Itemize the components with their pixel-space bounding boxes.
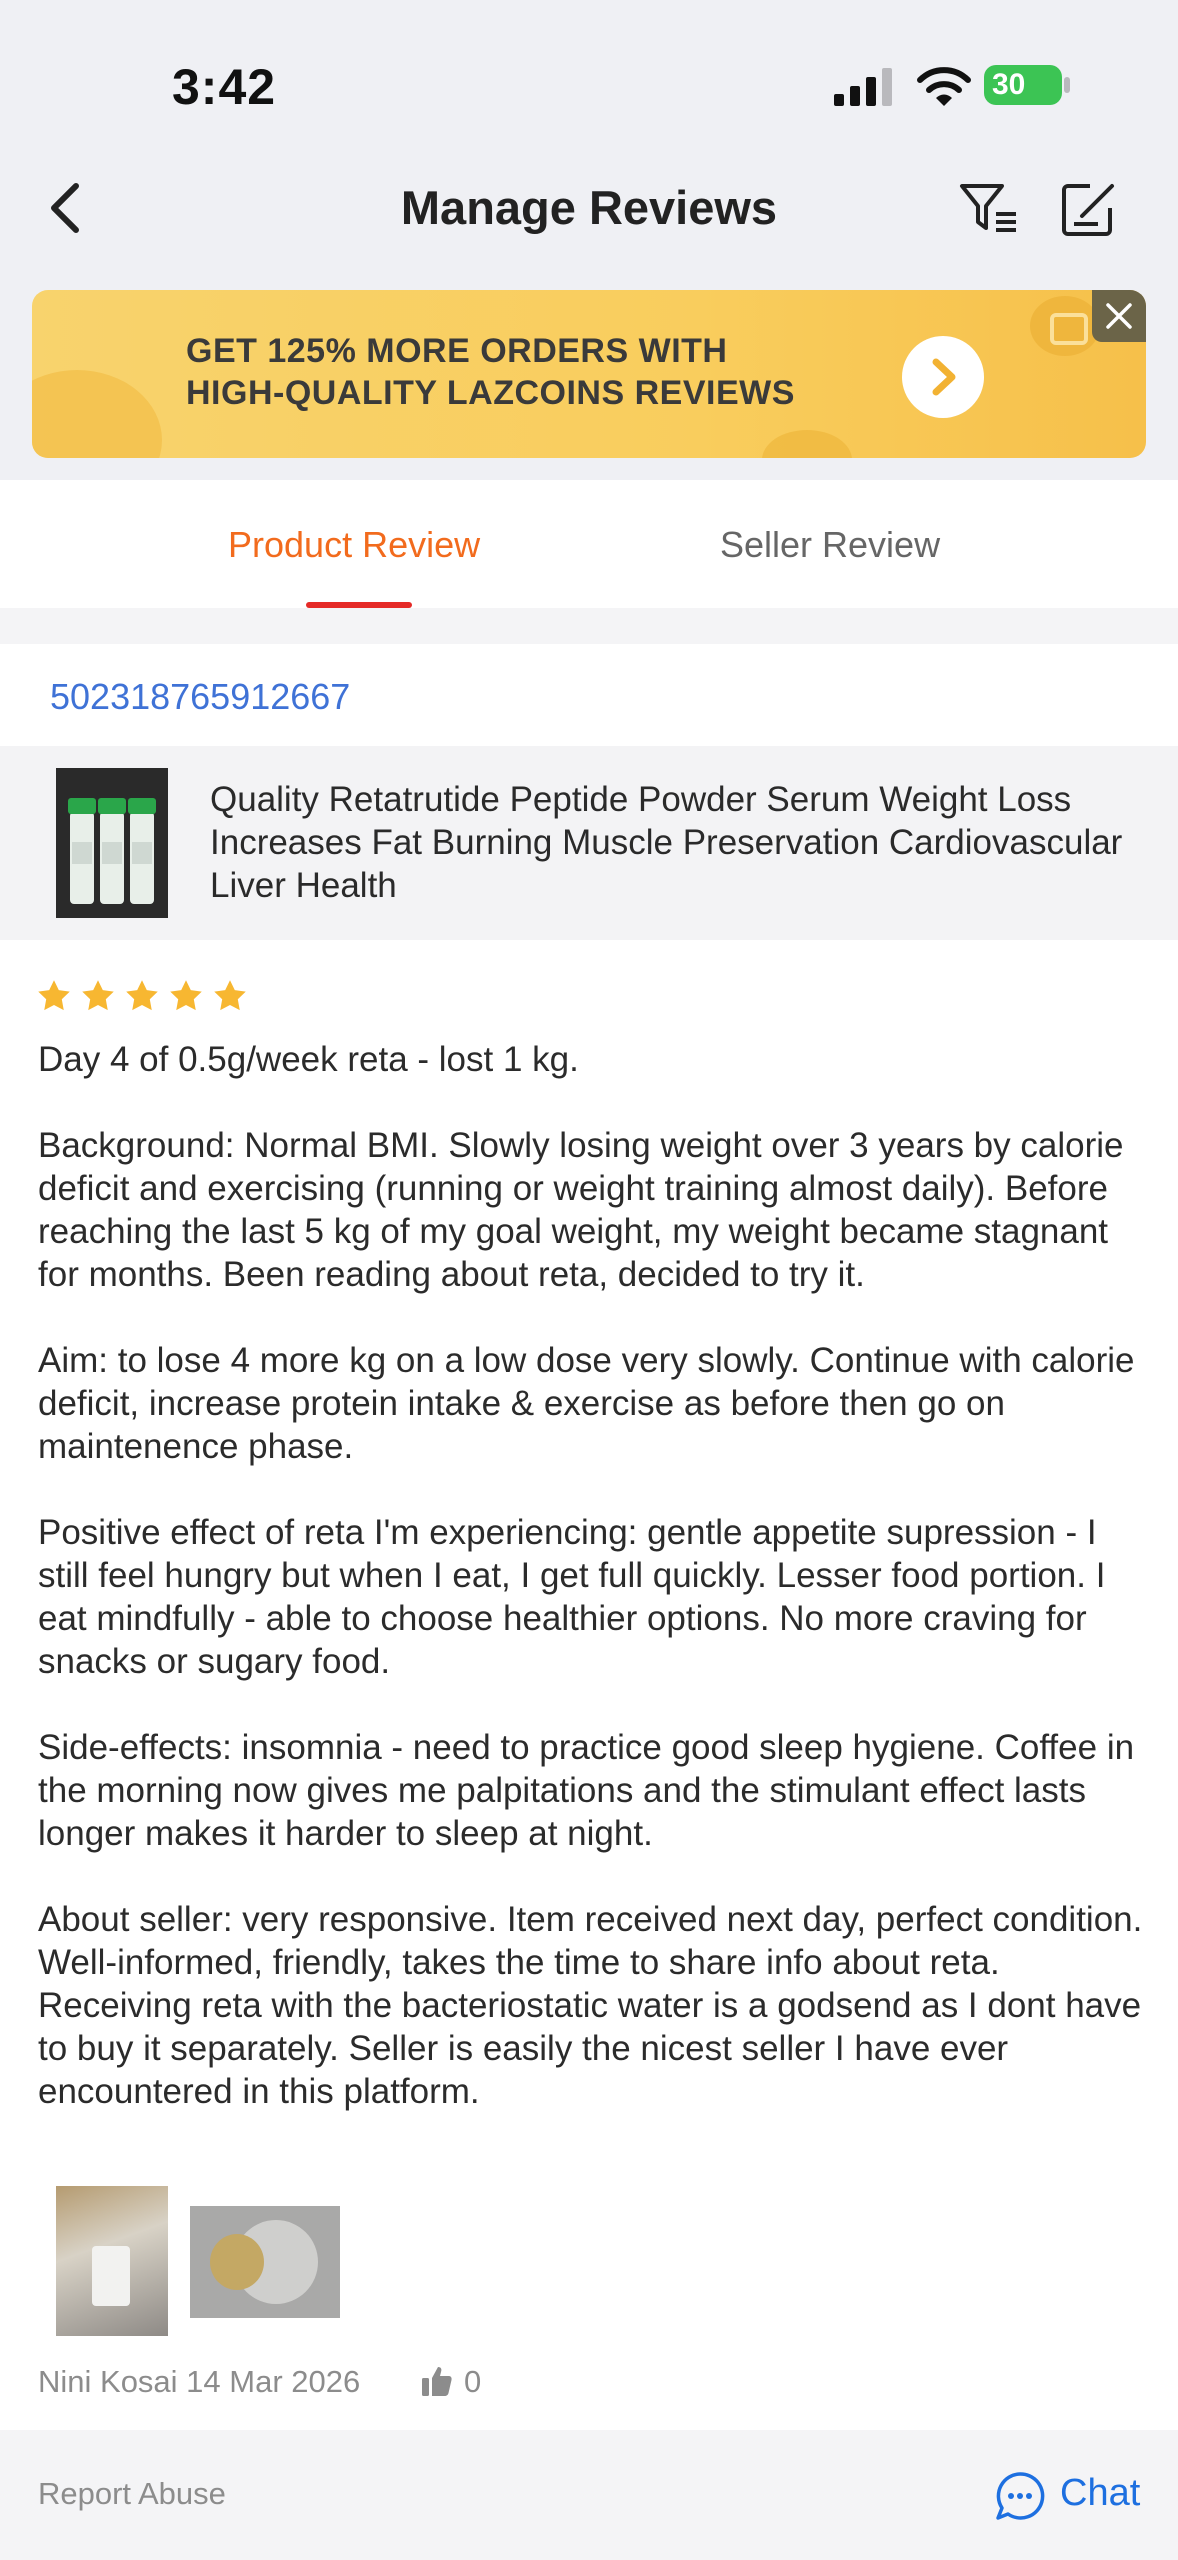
tab-seller-review[interactable]: Seller Review: [720, 524, 940, 566]
banner-line-2: HIGH-QUALITY LAZCOINS REVIEWS: [186, 374, 795, 412]
thumbs-up-icon[interactable]: [420, 2364, 454, 2398]
star-icon: [82, 980, 114, 1011]
signal-icon: [834, 68, 892, 106]
review-paragraph: Background: Normal BMI. Slowly losing we…: [38, 1126, 1124, 1294]
section-divider: [0, 608, 1178, 644]
tab-product-review[interactable]: Product Review: [228, 524, 480, 566]
banner-line-1: GET 125% MORE ORDERS WITH: [186, 332, 728, 370]
status-time: 3:42: [172, 59, 277, 115]
chevron-right-icon: [932, 358, 956, 396]
chat-button[interactable]: Chat: [1060, 2472, 1140, 2515]
review-photo[interactable]: [190, 2206, 340, 2318]
report-abuse-link[interactable]: Report Abuse: [38, 2476, 226, 2512]
battery-icon: 30: [984, 63, 1070, 107]
coin-decoration: [32, 370, 162, 458]
review-paragraph: About seller: very responsive. Item rece…: [38, 1900, 1143, 2111]
chat-icon[interactable]: [994, 2470, 1046, 2522]
review-paragraph: Aim: to lose 4 more kg on a low dose ver…: [38, 1341, 1135, 1466]
top-header-area: 3:42 30 Manage Reviews GET 125% MORE ORD…: [0, 0, 1178, 480]
filter-icon[interactable]: [958, 180, 1020, 238]
banner-close-button[interactable]: [1092, 290, 1146, 342]
product-thumbnail: [56, 768, 168, 918]
battery-level: 30: [992, 68, 1026, 101]
like-count: 0: [464, 2364, 482, 2399]
star-icon: [38, 980, 70, 1011]
lazcoin-icon: [1030, 296, 1100, 356]
review-paragraph: Positive effect of reta I'm experiencing…: [38, 1513, 1106, 1681]
edit-icon[interactable]: [1060, 180, 1118, 238]
order-number-link[interactable]: 502318765912667: [50, 676, 350, 718]
coin-decoration: [762, 430, 852, 458]
promo-banner[interactable]: GET 125% MORE ORDERS WITH HIGH-QUALITY L…: [32, 290, 1146, 458]
banner-go-button[interactable]: [902, 336, 984, 418]
review-photo[interactable]: [56, 2186, 168, 2336]
footer-bar: Report Abuse Chat: [0, 2430, 1178, 2560]
review-text: Day 4 of 0.5g/week reta - lost 1 kg. Bac…: [38, 1038, 1148, 2156]
star-icon: [170, 980, 202, 1011]
review-author-date: Nini Kosai 14 Mar 2026: [38, 2364, 361, 2399]
review-paragraph: Day 4 of 0.5g/week reta - lost 1 kg.: [38, 1040, 579, 1079]
star-icon: [214, 980, 246, 1011]
product-row[interactable]: Quality Retatrutide Peptide Powder Serum…: [0, 746, 1178, 940]
wifi-icon: [917, 67, 971, 106]
review-paragraph: Side-effects: insomnia - need to practic…: [38, 1728, 1135, 1853]
banner-text: GET 125% MORE ORDERS WITH HIGH-QUALITY L…: [186, 330, 795, 414]
star-rating: [36, 978, 256, 1022]
close-icon: [1106, 303, 1132, 329]
review-tabs: Product Review Seller Review: [0, 480, 1178, 608]
product-name: Quality Retatrutide Peptide Powder Serum…: [210, 780, 1123, 905]
star-icon: [126, 980, 158, 1011]
